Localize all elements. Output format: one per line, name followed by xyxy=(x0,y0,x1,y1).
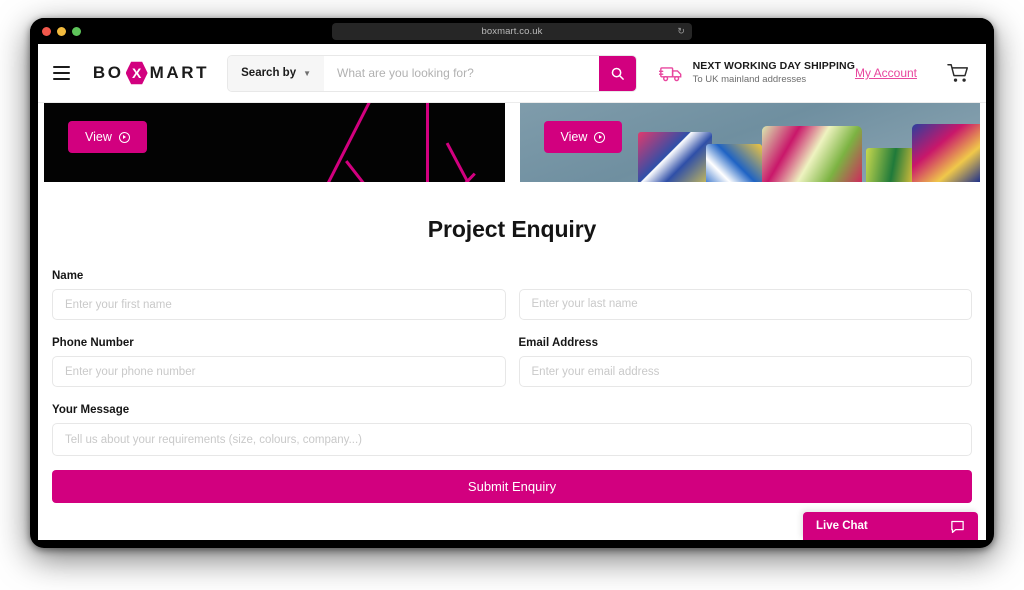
contact-row: Phone Number Email Address xyxy=(52,337,972,387)
submit-enquiry-button[interactable]: Submit Enquiry xyxy=(52,470,972,503)
first-name-input[interactable] xyxy=(52,289,506,320)
search-by-label: Search by xyxy=(241,67,297,79)
email-label: Email Address xyxy=(518,337,598,349)
label-spacer xyxy=(519,270,973,289)
site-logo[interactable]: BO X MART xyxy=(93,61,209,85)
logo-text-right: MART xyxy=(149,63,210,82)
shipping-headline: NEXT WORKING DAY SHIPPING xyxy=(692,60,855,73)
project-enquiry-form: Project Enquiry Name Phone Number Email xyxy=(38,182,986,503)
shipping-notice: NEXT WORKING DAY SHIPPING To UK mainland… xyxy=(658,60,855,86)
promo-banner-left[interactable]: View xyxy=(44,103,505,182)
delivery-truck-icon xyxy=(658,66,681,81)
live-chat-widget[interactable]: Live Chat xyxy=(803,512,978,540)
message-label: Your Message xyxy=(52,404,130,416)
window-controls[interactable] xyxy=(42,26,81,36)
banner-right-view-label: View xyxy=(560,130,588,144)
address-bar-url: boxmart.co.uk xyxy=(481,25,543,37)
shipping-subtext: To UK mainland addresses xyxy=(692,74,807,86)
reload-icon[interactable]: ↻ xyxy=(677,26,685,37)
play-circle-icon xyxy=(118,131,130,143)
banner-right-view-button[interactable]: View xyxy=(543,121,623,153)
chevron-down-icon: ▼ xyxy=(303,68,312,78)
search-by-dropdown[interactable]: Search by ▼ xyxy=(228,55,325,91)
email-input[interactable] xyxy=(518,356,972,387)
address-bar[interactable]: boxmart.co.uk ↻ xyxy=(332,22,692,40)
site-header: BO X MART Search by ▼ What are you looki… xyxy=(38,44,986,103)
page-viewport: BO X MART Search by ▼ What are you looki… xyxy=(38,44,986,540)
logo-hexagon-icon: X xyxy=(125,61,148,85)
first-name-field-group: Name xyxy=(52,270,506,320)
promo-banner-row: View View xyxy=(38,103,986,182)
email-field-group: Email Address xyxy=(518,337,972,387)
message-field-group: Your Message xyxy=(52,404,972,456)
logo-hexagon-letter: X xyxy=(131,65,142,81)
play-circle-icon xyxy=(594,131,606,143)
page-title: Project Enquiry xyxy=(427,216,597,242)
minimize-window-button[interactable] xyxy=(57,26,66,36)
my-account-link[interactable]: My Account xyxy=(855,66,917,80)
maximize-window-button[interactable] xyxy=(72,26,81,36)
phone-input[interactable] xyxy=(52,356,506,387)
message-input[interactable] xyxy=(52,423,972,456)
banner-left-view-label: View xyxy=(85,130,112,144)
live-chat-label: Live Chat xyxy=(816,520,868,532)
search-icon xyxy=(611,67,624,80)
search-input[interactable] xyxy=(324,55,599,91)
phone-label: Phone Number xyxy=(52,337,134,349)
browser-titlebar: boxmart.co.uk ↻ xyxy=(30,18,994,44)
last-name-field-group xyxy=(518,270,973,320)
close-window-button[interactable] xyxy=(42,26,51,36)
banner-left-view-button[interactable]: View xyxy=(68,121,147,153)
last-name-input[interactable] xyxy=(518,288,972,320)
hamburger-icon[interactable] xyxy=(48,58,75,88)
logo-text-left: BO xyxy=(92,63,124,82)
search-submit-button[interactable] xyxy=(598,55,636,91)
chat-bubble-icon xyxy=(951,520,964,533)
browser-window: boxmart.co.uk ↻ BO X MART Search by ▼ Wh… xyxy=(30,18,994,548)
search-bar: Search by ▼ xyxy=(227,54,637,92)
phone-field-group: Phone Number xyxy=(52,337,506,387)
shopping-cart-icon[interactable] xyxy=(947,63,970,84)
promo-banner-right[interactable]: View xyxy=(519,103,980,182)
name-row: Name xyxy=(52,270,972,320)
name-label: Name xyxy=(52,270,84,282)
